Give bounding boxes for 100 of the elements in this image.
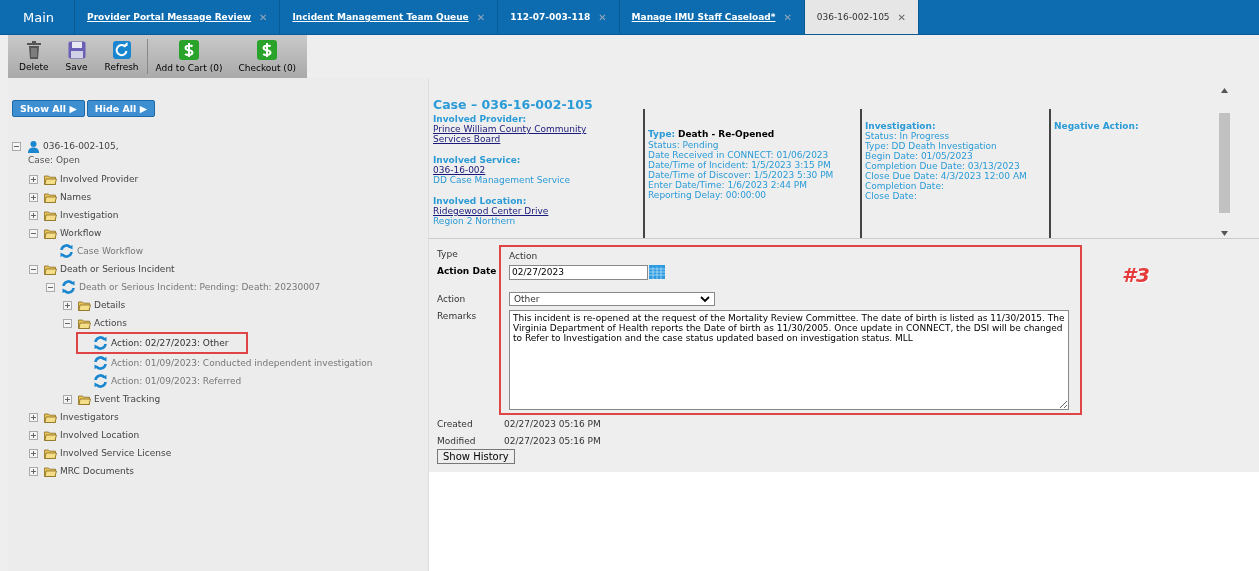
location-region: Region 2 Northern	[433, 216, 517, 226]
refresh-icon	[93, 356, 108, 370]
toolbar-button[interactable]: Delete	[11, 35, 57, 78]
tree-item[interactable]: Action: 02/27/2023: Other	[111, 338, 229, 348]
expand-toggle[interactable]	[29, 174, 38, 184]
tab[interactable]: Main	[8, 0, 76, 34]
scroll-down-icon[interactable]	[1220, 231, 1228, 236]
type-value: Death - Re-Opened	[677, 129, 775, 139]
tree-item[interactable]: Details	[94, 300, 126, 310]
tree-item[interactable]: Workflow	[60, 228, 102, 238]
folder-icon	[44, 411, 57, 423]
tree-item[interactable]: MRC Documents	[60, 466, 135, 476]
case-title: Case – 036-16-002-105	[433, 97, 594, 112]
collapse-toggle[interactable]	[63, 318, 72, 328]
field-label: Modified	[437, 435, 477, 446]
save-icon	[67, 41, 86, 59]
service-name: DD Case Management Service	[433, 175, 572, 185]
collapse-toggle[interactable]	[29, 228, 38, 238]
remarks-field[interactable]: This incident is re-opened at the request of the Mortality Review Committee. The date of birth is listed as 11/30/2015. The Virginia Department of Health reports the Date of birth as 11/30/2005. Once update in CONNECT, the DSI will be changed to Refer to Investigation and the case status updated based on investigation status. MLL	[509, 310, 1069, 410]
field-label: Involved Provider:	[433, 114, 528, 124]
incident-detail: Enter Date/Time: 1/6/2023 2:44 PM	[648, 180, 809, 190]
tab[interactable]: 112-07-003-118 ✕	[498, 0, 620, 34]
refresh-icon	[61, 280, 76, 294]
trash-icon	[25, 41, 42, 59]
incident-detail: Status: Pending	[648, 140, 720, 150]
expand-toggle[interactable]	[63, 394, 72, 404]
person-icon	[27, 139, 40, 153]
tree-item[interactable]: Death or Serious Incident	[60, 264, 175, 274]
collapse-toggle[interactable]	[12, 141, 21, 151]
tab[interactable]: Incident Management Team Queue ✕	[280, 0, 499, 34]
expand-toggle[interactable]	[29, 412, 38, 422]
annotation-label: #3	[1122, 263, 1150, 287]
incident-detail: Date Received in CONNECT: 01/06/2023	[648, 150, 830, 160]
investigation-detail: Begin Date: 01/05/2023	[865, 151, 974, 161]
tree-item[interactable]: Action: 01/09/2023: Referred	[111, 376, 242, 386]
location-link[interactable]: Ridegewood Center Drive	[433, 206, 643, 216]
field-label: Negative Action:	[1054, 121, 1140, 131]
incident-detail: Reporting Delay: 00:00:00	[648, 190, 768, 200]
investigation-detail: Type: DD Death Investigation	[865, 141, 998, 151]
toolbar-button[interactable]: Refresh	[96, 35, 147, 78]
collapse-toggle[interactable]	[29, 264, 38, 274]
date-field[interactable]: 02/27/2023	[509, 264, 648, 280]
folder-icon	[44, 227, 57, 239]
toolbar-button[interactable]: Add to Cart (0)	[147, 35, 231, 78]
folder-icon	[44, 429, 57, 441]
tree-item[interactable]: Involved Provider	[60, 174, 139, 184]
toolbar-button[interactable]: Save	[56, 35, 97, 78]
investigation-detail: Completion Date:	[865, 181, 945, 191]
field-label: Involved Service:	[433, 155, 522, 165]
folder-icon	[44, 209, 57, 221]
tab[interactable]: 036-16-002-105 ✕	[804, 0, 919, 34]
expand-toggle[interactable]	[63, 300, 72, 310]
tree-item[interactable]: 036-16-002-105,	[43, 141, 119, 151]
scroll-up-icon[interactable]	[1220, 88, 1228, 93]
service-link[interactable]: 036-16-002	[433, 165, 643, 175]
tree-item[interactable]: Case Workflow	[77, 246, 144, 256]
investigation-detail: Close Date:	[865, 191, 918, 201]
tree-item[interactable]: Investigation	[60, 210, 119, 220]
folder-icon	[44, 447, 57, 459]
scrollbar[interactable]	[1217, 88, 1231, 238]
tree-item[interactable]: Actions	[94, 318, 127, 328]
refresh-icon	[112, 41, 131, 59]
tree-item[interactable]: Death or Serious Incident: Pending: Death: 20230007	[79, 282, 321, 292]
expand-toggle[interactable]	[29, 192, 38, 202]
tab[interactable]: Provider Portal Message Review ✕	[75, 0, 281, 34]
collapse-toggle[interactable]	[46, 282, 55, 292]
field-label: Created	[437, 418, 474, 429]
scroll-thumb[interactable]	[1218, 113, 1230, 213]
chevron-down-icon	[700, 295, 710, 303]
tab[interactable]: Manage IMU Staff Caseload* ✕	[619, 0, 805, 34]
folder-icon	[44, 191, 57, 203]
close-icon[interactable]: ✕	[897, 11, 906, 23]
tree-item[interactable]: Involved Location	[60, 430, 140, 440]
refresh-icon	[93, 374, 108, 388]
refresh-icon	[59, 244, 74, 258]
expand-toggle[interactable]	[29, 430, 38, 440]
expand-toggle[interactable]	[29, 210, 38, 220]
tree-item[interactable]: Investigators	[60, 412, 119, 422]
modified-date: 02/27/2023 05:16 PM	[504, 435, 601, 446]
tree-item[interactable]: Event Tracking	[94, 394, 161, 404]
field-label: Involved Location:	[433, 196, 528, 206]
expand-toggle[interactable]	[29, 448, 38, 458]
tree-item[interactable]: Action: 01/09/2023: Conducted independent investigation	[111, 358, 373, 368]
provider-link[interactable]: Prince William County Community Services Board	[433, 124, 618, 144]
field-label: Remarks	[437, 311, 478, 323]
show-history-button[interactable]: Show History	[437, 449, 515, 464]
dollar-icon	[179, 40, 199, 60]
expand-toggle[interactable]	[29, 466, 38, 476]
field-label: Type	[437, 249, 459, 261]
folder-icon	[44, 263, 57, 275]
folder-icon	[44, 465, 57, 477]
incident-detail: Date/Time of Discover: 1/5/2023 5:30 PM	[648, 170, 835, 180]
tree-item[interactable]: Names	[60, 192, 92, 202]
action-dropdown[interactable]: Other	[509, 292, 715, 306]
type-value: Action	[509, 251, 539, 263]
toolbar-button[interactable]: Checkout (0)	[230, 35, 305, 78]
tree-item[interactable]: Involved Service License	[60, 448, 172, 458]
investigation-detail: Status: In Progress	[865, 131, 951, 141]
investigation-detail: Close Due Date: 4/3/2023 12:00 AM	[865, 171, 1028, 181]
field-label: Action	[437, 294, 467, 306]
